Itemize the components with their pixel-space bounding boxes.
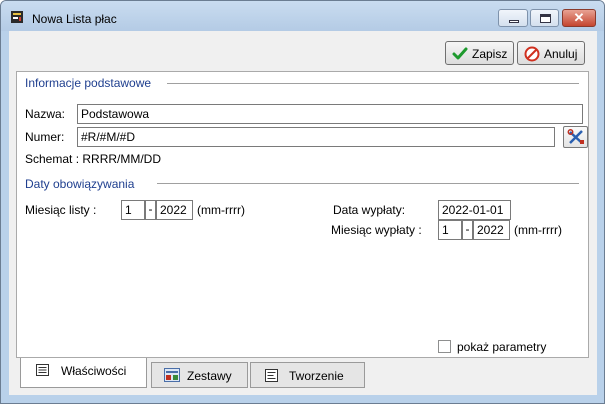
cancel-button[interactable]: Anuluj [517, 41, 585, 65]
payout-month-input[interactable]: 1 [438, 220, 462, 240]
tab-creation[interactable]: Tworzenie [250, 362, 365, 388]
dialog-body: Zapisz Anuluj Informacje podstawowe Nazw… [9, 31, 597, 395]
tab-sets[interactable]: Zestawy [151, 362, 248, 388]
name-input[interactable]: Podstawowa [77, 104, 583, 124]
tab-creation-label: Tworzenie [289, 369, 344, 383]
number-label: Numer: [25, 130, 65, 144]
tools-icon [567, 129, 584, 144]
payout-year-input[interactable]: 2022 [473, 220, 510, 240]
section-divider [167, 83, 579, 84]
name-label: Nazwa: [25, 107, 66, 121]
minimize-icon [509, 20, 519, 23]
list-year-input[interactable]: 2022 [156, 200, 193, 220]
cancel-button-label: Anuluj [544, 47, 578, 61]
properties-panel: Informacje podstawowe Nazwa: Podstawowa … [16, 71, 589, 358]
tab-properties-label: Właściwości [61, 364, 127, 378]
section-divider [157, 183, 579, 184]
title-bar[interactable]: Nowa Lista płac ✕ [1, 1, 604, 31]
show-params-checkbox[interactable] [438, 340, 451, 353]
close-button[interactable]: ✕ [562, 9, 596, 27]
show-params-label: pokaż parametry [457, 340, 547, 354]
save-button-label: Zapisz [472, 47, 508, 61]
maximize-button[interactable] [530, 9, 559, 27]
cancel-icon [524, 46, 540, 62]
window-title: Nowa Lista płac [32, 12, 117, 26]
close-icon: ✕ [573, 10, 585, 25]
document-icon [265, 369, 278, 382]
payout-date-input[interactable]: 2022-01-01 [438, 200, 511, 220]
number-scheme-button[interactable] [563, 126, 588, 148]
maximize-icon [540, 14, 551, 23]
date-separator: - [462, 220, 473, 240]
app-icon [11, 11, 23, 23]
number-input[interactable]: #R/#M/#D [77, 127, 555, 147]
scheme-text: Schemat : RRRR/MM/DD [25, 152, 162, 166]
list-month-label: Miesiąc listy : [25, 203, 97, 217]
list-format-hint: (mm-rrrr) [197, 203, 245, 217]
tab-properties[interactable]: Właściwości [20, 358, 147, 388]
checkmark-icon [452, 47, 468, 60]
basic-info-section-title: Informacje podstawowe [25, 76, 156, 90]
sets-icon [164, 368, 180, 382]
minimize-button[interactable] [498, 9, 528, 27]
payout-month-label: Miesiąc wypłaty : [331, 223, 422, 237]
save-button[interactable]: Zapisz [445, 41, 514, 65]
date-separator: - [145, 200, 156, 220]
payout-format-hint: (mm-rrrr) [514, 223, 562, 237]
properties-icon [36, 364, 49, 376]
dialog-window: Nowa Lista płac ✕ Zapisz Anuluj Informac… [0, 0, 605, 404]
payout-date-label: Data wypłaty: [333, 203, 406, 217]
dates-section-title: Daty obowiązywania [25, 177, 139, 191]
list-month-input[interactable]: 1 [121, 200, 145, 220]
tab-sets-label: Zestawy [187, 369, 232, 383]
